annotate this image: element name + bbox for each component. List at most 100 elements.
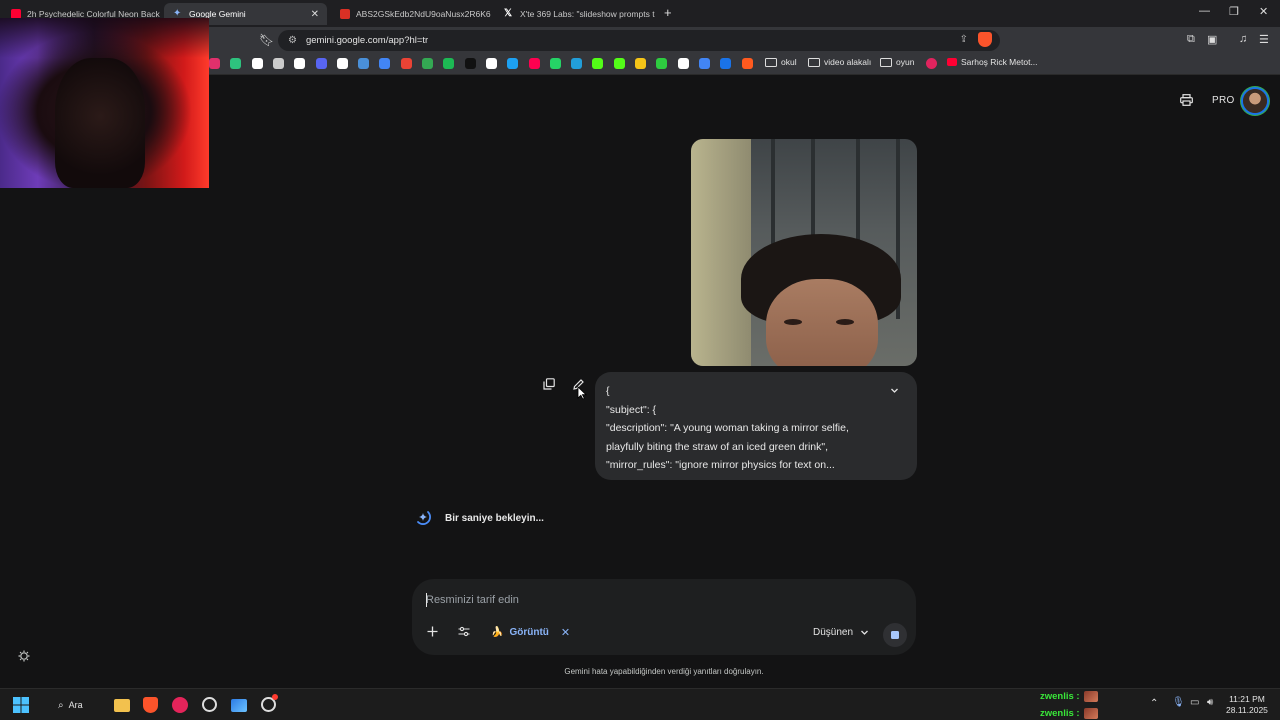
- stop-button[interactable]: [883, 623, 907, 647]
- bookmark-shortcut-icon[interactable]: [528, 58, 540, 69]
- message-line: "description": "A young woman taking a m…: [606, 422, 849, 434]
- bookmark-icon[interactable]: 🔖︎: [259, 33, 274, 47]
- bookmark-shortcut-icon[interactable]: [422, 58, 433, 69]
- close-tab-icon[interactable]: ✕: [311, 9, 319, 20]
- page-icon: [340, 9, 350, 19]
- notification-dot: [272, 694, 278, 700]
- bookmark-shortcut-icon[interactable]: [294, 58, 306, 69]
- tab-abs[interactable]: ABS2GSkEdb2NdU9oaNusx2R6K693: [331, 3, 491, 25]
- bookmark-shortcut-icon[interactable]: [251, 58, 263, 69]
- bookmark-favicon[interactable]: [926, 58, 937, 69]
- volume-icon[interactable]: 🔊︎: [1207, 697, 1213, 708]
- bookmark-shortcut-icon[interactable]: [635, 58, 646, 69]
- bookmark-shortcut-icon[interactable]: [272, 58, 284, 69]
- message-line: playfully biting the straw of an iced gr…: [606, 440, 829, 453]
- close-window-button[interactable]: ✕: [1259, 5, 1268, 18]
- disclaimer-text: Gemini hata yapabildiğinden verdiği yanı…: [564, 667, 764, 676]
- search-label: Ara: [68, 700, 83, 710]
- bookmark-shortcut-icon[interactable]: [315, 58, 327, 69]
- wallet-icon[interactable]: ▣: [1207, 33, 1217, 46]
- message-line: "subject": {: [606, 403, 657, 416]
- loading-spinner-icon: [417, 511, 431, 525]
- bookmark-shortcut-icon[interactable]: [464, 58, 476, 69]
- bookmark-shortcut-icon[interactable]: [230, 58, 242, 69]
- pro-badge[interactable]: PRO: [1212, 95, 1235, 106]
- copy-icon[interactable]: [543, 378, 555, 390]
- folder-label: okul: [781, 57, 797, 67]
- bookmark-shortcut-icon[interactable]: [549, 58, 561, 69]
- site-settings-icon[interactable]: ⚙︎: [288, 35, 297, 46]
- bookmark-shortcut-icon[interactable]: [209, 58, 220, 69]
- photos-icon[interactable]: [231, 699, 247, 712]
- bookmark-shortcut-icon[interactable]: [400, 58, 412, 69]
- mode-selector[interactable]: Düşünen: [813, 627, 869, 638]
- bookmark-shortcut-icon[interactable]: [485, 58, 497, 69]
- bookmark-shortcut-icon[interactable]: [571, 58, 583, 69]
- chat-user: zwenlis :: [1040, 691, 1080, 702]
- chat-message: zwenlis :: [1040, 691, 1098, 702]
- brave-browser-icon[interactable]: [143, 697, 158, 713]
- chat-emote-icon: [1083, 708, 1098, 719]
- bookmark-folder-video[interactable]: video alakalı: [808, 57, 871, 67]
- bookmark-shortcut-icon[interactable]: [379, 58, 391, 69]
- bookmark-shortcut-icon[interactable]: [443, 58, 455, 69]
- text-caret: [426, 593, 427, 607]
- status-text: Bir saniye bekleyin...: [445, 513, 544, 524]
- network-icon[interactable]: ▭: [1190, 697, 1199, 708]
- message-line: {: [606, 385, 610, 397]
- brave-shields-icon[interactable]: [978, 32, 992, 47]
- webcam-shadow: [0, 18, 209, 58]
- bookmark-shortcut-icon[interactable]: [677, 58, 689, 69]
- prompt-input[interactable]: [426, 592, 896, 608]
- tab-title: ABS2GSkEdb2NdU9oaNusx2R6K693: [356, 9, 491, 19]
- tools-icon[interactable]: [458, 626, 470, 637]
- mode-label: Düşünen: [813, 627, 854, 638]
- extensions-icon[interactable]: ⧉: [1187, 33, 1195, 46]
- new-tab-button[interactable]: +: [664, 5, 672, 20]
- chevron-up-icon[interactable]: ⌃: [1150, 698, 1158, 709]
- folder-label: video alakalı: [824, 57, 872, 67]
- music-icon[interactable]: ♫: [1239, 33, 1247, 45]
- remove-tool-icon[interactable]: ✕: [561, 626, 570, 639]
- x-icon: 𝕏: [504, 8, 513, 19]
- minimize-button[interactable]: —: [1199, 5, 1210, 17]
- system-clock[interactable]: 11:21 PM 28.11.2025: [1226, 694, 1268, 716]
- bookmark-shortcut-icon[interactable]: [698, 58, 710, 69]
- bookmark-sarhos-rick[interactable]: Sarhoş Rick Metot...: [947, 57, 1038, 67]
- bookmark-shortcut-icon[interactable]: [592, 58, 604, 69]
- uploaded-photo[interactable]: [691, 139, 917, 366]
- avatar[interactable]: [1243, 89, 1267, 113]
- bookmark-shortcut-icon[interactable]: [507, 58, 519, 69]
- taskbar-search[interactable]: ⌕ Ara: [48, 695, 104, 715]
- photo-eye: [784, 319, 802, 325]
- youtube-icon: [947, 58, 957, 66]
- tab-x[interactable]: 𝕏 X'te 369 Labs: "slideshow prompts to: [495, 3, 655, 25]
- share-icon[interactable]: ⇪: [960, 34, 968, 45]
- microphone-icon[interactable]: 🎙︎: [1172, 697, 1185, 708]
- windows-start-icon[interactable]: [13, 697, 29, 713]
- bookmark-shortcut-icon[interactable]: [358, 58, 370, 69]
- message-line: "mirror_rules": "ignore mirror physics f…: [606, 459, 835, 471]
- settings-icon[interactable]: [18, 650, 30, 662]
- media-player-icon[interactable]: [172, 697, 188, 713]
- restore-button[interactable]: ❐: [1229, 5, 1239, 18]
- image-tool-chip[interactable]: 🍌 Görüntü ✕: [491, 626, 570, 639]
- menu-icon[interactable]: ☰: [1259, 33, 1269, 46]
- file-explorer-icon[interactable]: [114, 699, 130, 712]
- bookmark-shortcut-icon[interactable]: [720, 58, 732, 69]
- share-conversation-icon[interactable]: [1180, 94, 1193, 106]
- bookmark-shortcut-icon[interactable]: [741, 58, 753, 69]
- folder-label: oyun: [896, 57, 915, 67]
- bookmark-folder-okul[interactable]: okul: [765, 57, 797, 67]
- bookmark-folder-oyun[interactable]: oyun: [880, 57, 914, 67]
- bookmark-shortcut-icon[interactable]: [656, 58, 668, 69]
- photo-wall: [691, 139, 751, 366]
- obs-icon[interactable]: [202, 697, 217, 712]
- expand-chevron-icon[interactable]: [890, 386, 899, 395]
- chevron-down-icon: [861, 630, 868, 635]
- add-icon[interactable]: [427, 626, 438, 637]
- address-bar[interactable]: ⚙︎ gemini.google.com/app?hl=tr ⇪: [278, 30, 1000, 51]
- bookmark-shortcut-icon[interactable]: [613, 58, 625, 69]
- bookmark-shortcut-icon[interactable]: [336, 58, 348, 69]
- folder-icon: [880, 57, 892, 67]
